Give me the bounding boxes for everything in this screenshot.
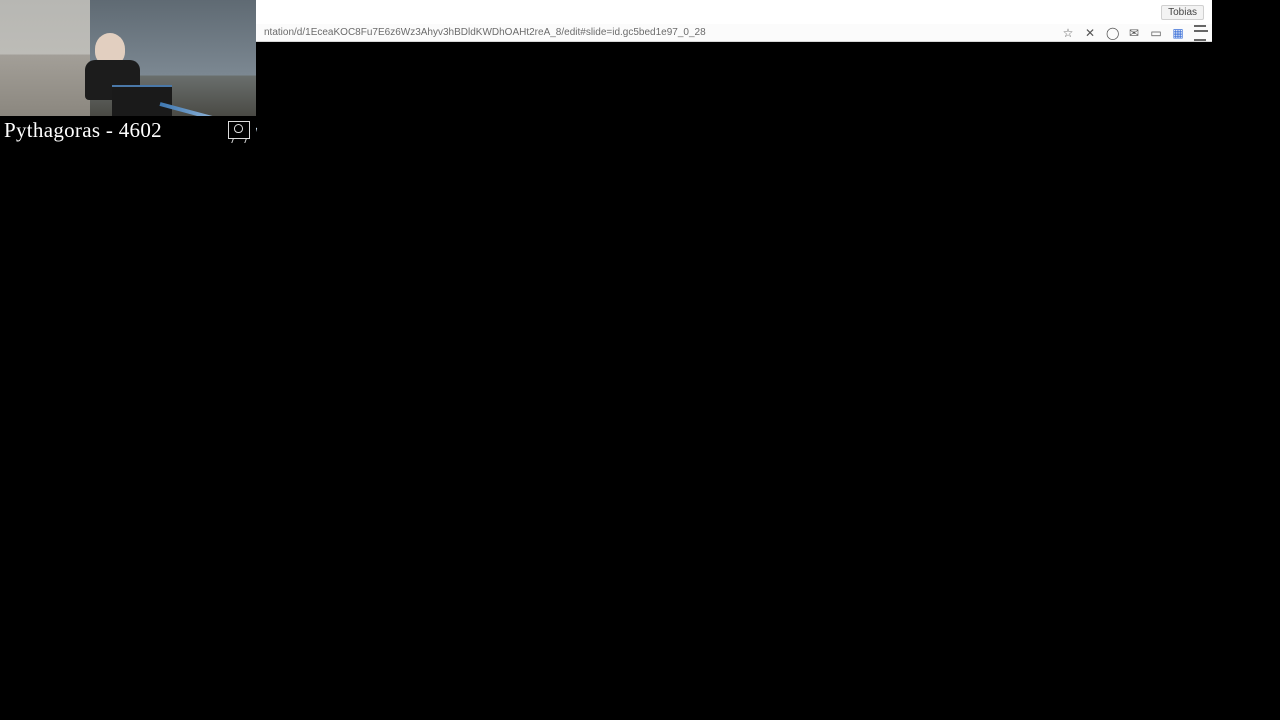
mail-icon[interactable]: ✉ [1128,27,1140,39]
extension-icon[interactable]: ✕ [1084,27,1096,39]
speaker-camera-pip: Pythagoras - 4602 [0,0,256,144]
browser-user-badge[interactable]: Tobias [1161,5,1204,20]
panel-icon[interactable]: ▭ [1150,27,1162,39]
presentation-mode-icon [228,121,250,139]
hamburger-icon[interactable] [1194,25,1206,41]
star-icon[interactable]: ☆ [1062,27,1074,39]
pip-room-label: Pythagoras - 4602 [4,116,162,144]
address-bar-url[interactable]: ntation/d/1EceaKOC8Fu7E6z6Wz3Ahyv3hBDldK… [264,24,706,42]
apps-icon[interactable]: ▦ [1172,27,1184,39]
account-icon[interactable]: ◯ [1106,27,1118,39]
